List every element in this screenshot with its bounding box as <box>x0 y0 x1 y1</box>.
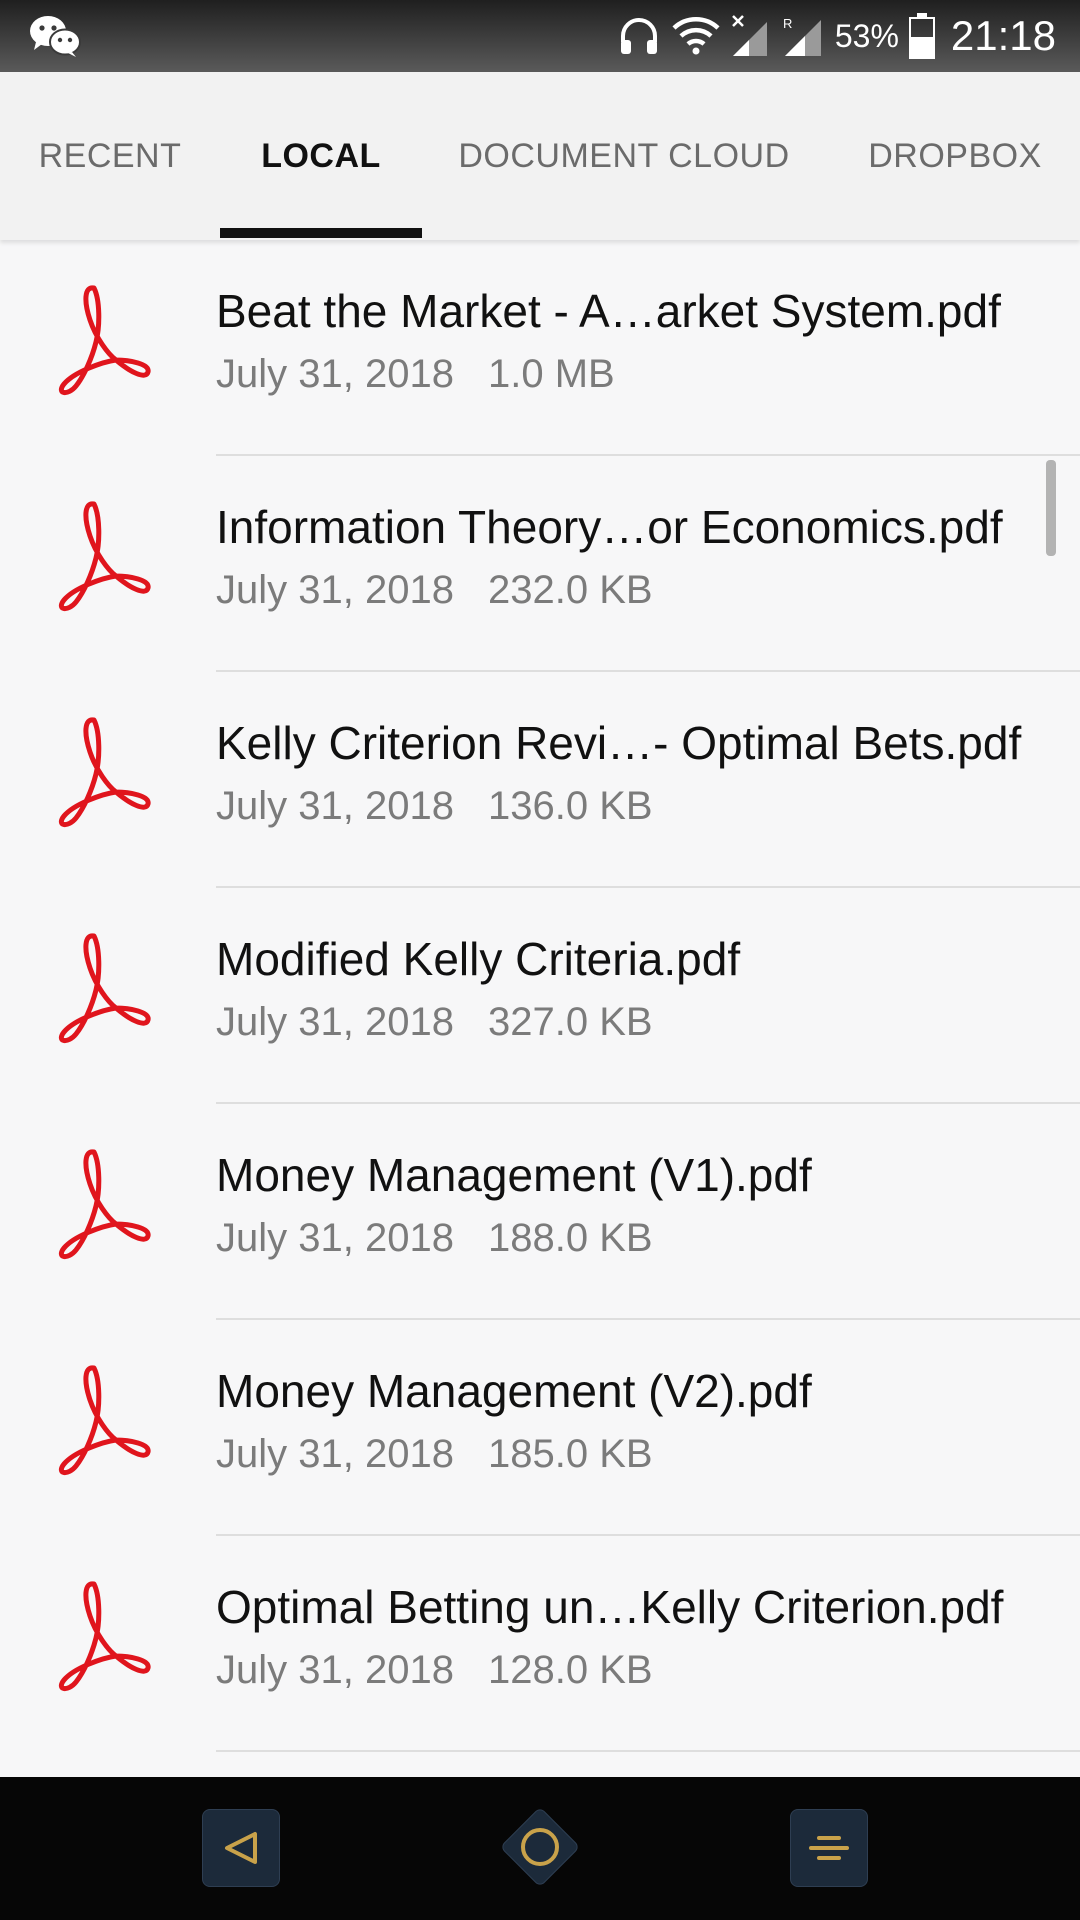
file-name: Kelly Criterion Revi…- Optimal Bets.pdf <box>216 717 1022 769</box>
file-list[interactable]: Beat the Market - A…arket System.pdf Jul… <box>0 240 1080 1777</box>
tab-local[interactable]: LOCAL <box>220 72 422 240</box>
file-size: 136.0 KB <box>488 784 653 828</box>
file-size: 188.0 KB <box>488 1216 653 1260</box>
status-icons: R 53% 21:18 <box>617 0 1056 72</box>
row-divider <box>216 1750 1080 1752</box>
signal-x-icon <box>731 15 767 56</box>
pdf-file-icon <box>58 1149 151 1259</box>
file-row[interactable]: Money Management (V1).pdf July 31, 2018 … <box>0 1104 1080 1320</box>
pdf-file-icon <box>58 285 151 395</box>
file-row[interactable]: Money Management (V2).pdf July 31, 2018 … <box>0 1320 1080 1536</box>
file-size: 128.0 KB <box>488 1648 653 1692</box>
file-name: Beat the Market - A…arket System.pdf <box>216 285 1001 337</box>
file-name: Optimal Betting un…Kelly Criterion.pdf <box>216 1581 1004 1633</box>
file-date: July 31, 2018 <box>216 1000 454 1044</box>
pdf-file-icon <box>58 933 151 1043</box>
file-name: Modified Kelly Criteria.pdf <box>216 933 741 985</box>
file-size: 232.0 KB <box>488 568 653 612</box>
file-name: Money Management (V2).pdf <box>216 1365 812 1417</box>
navigation-bar <box>0 1777 1080 1920</box>
tab-recent[interactable]: RECENT <box>20 72 200 240</box>
pdf-file-icon <box>58 1365 151 1475</box>
pdf-file-icon <box>58 1581 151 1691</box>
pdf-file-icon <box>58 501 151 611</box>
file-row[interactable]: Information Theory…or Economics.pdf July… <box>0 456 1080 672</box>
svg-text:R: R <box>783 16 792 31</box>
file-date: July 31, 2018 <box>216 784 454 828</box>
file-date: July 31, 2018 <box>216 1432 454 1476</box>
back-button[interactable] <box>202 1809 280 1887</box>
headphones-icon <box>620 18 657 54</box>
signal-r-icon: R <box>783 16 821 56</box>
home-button[interactable] <box>502 1809 578 1885</box>
file-size: 1.0 MB <box>488 352 615 396</box>
file-row[interactable]: Beat the Market - A…arket System.pdf Jul… <box>0 240 1080 456</box>
screen: R 53% 21:18 RECENT LOCAL DOCUMENT CLOUD … <box>0 0 1080 1920</box>
wechat-icon <box>30 16 81 57</box>
battery-percent: 53% <box>834 17 899 54</box>
pdf-file-icon <box>58 717 151 827</box>
file-size: 327.0 KB <box>488 1000 653 1044</box>
status-bar: R 53% 21:18 <box>0 0 1080 72</box>
home-icon <box>502 1809 578 1885</box>
menu-button[interactable] <box>790 1809 868 1887</box>
menu-icon <box>809 1836 849 1860</box>
file-date: July 31, 2018 <box>216 352 454 396</box>
file-date: July 31, 2018 <box>216 1216 454 1260</box>
file-name: Money Management (V1).pdf <box>216 1149 812 1201</box>
file-row[interactable]: Modified Kelly Criteria.pdf July 31, 201… <box>0 888 1080 1104</box>
battery-icon <box>908 13 935 59</box>
tab-document-cloud[interactable]: DOCUMENT CLOUD <box>444 72 804 240</box>
file-date: July 31, 2018 <box>216 1648 454 1692</box>
back-icon <box>225 1832 257 1864</box>
file-size: 185.0 KB <box>488 1432 653 1476</box>
tab-dropbox[interactable]: DROPBOX <box>850 72 1060 240</box>
file-name: Information Theory…or Economics.pdf <box>216 501 1003 553</box>
active-tab-indicator <box>220 228 422 238</box>
file-row[interactable]: Kelly Criterion Revi…- Optimal Bets.pdf … <box>0 672 1080 888</box>
file-row[interactable]: Optimal Betting un…Kelly Criterion.pdf J… <box>0 1536 1080 1752</box>
clock: 21:18 <box>950 12 1056 59</box>
scrollbar[interactable] <box>1046 460 1056 556</box>
file-date: July 31, 2018 <box>216 568 454 612</box>
tab-bar: RECENT LOCAL DOCUMENT CLOUD DROPBOX <box>0 72 1080 240</box>
wifi-icon <box>672 17 720 55</box>
